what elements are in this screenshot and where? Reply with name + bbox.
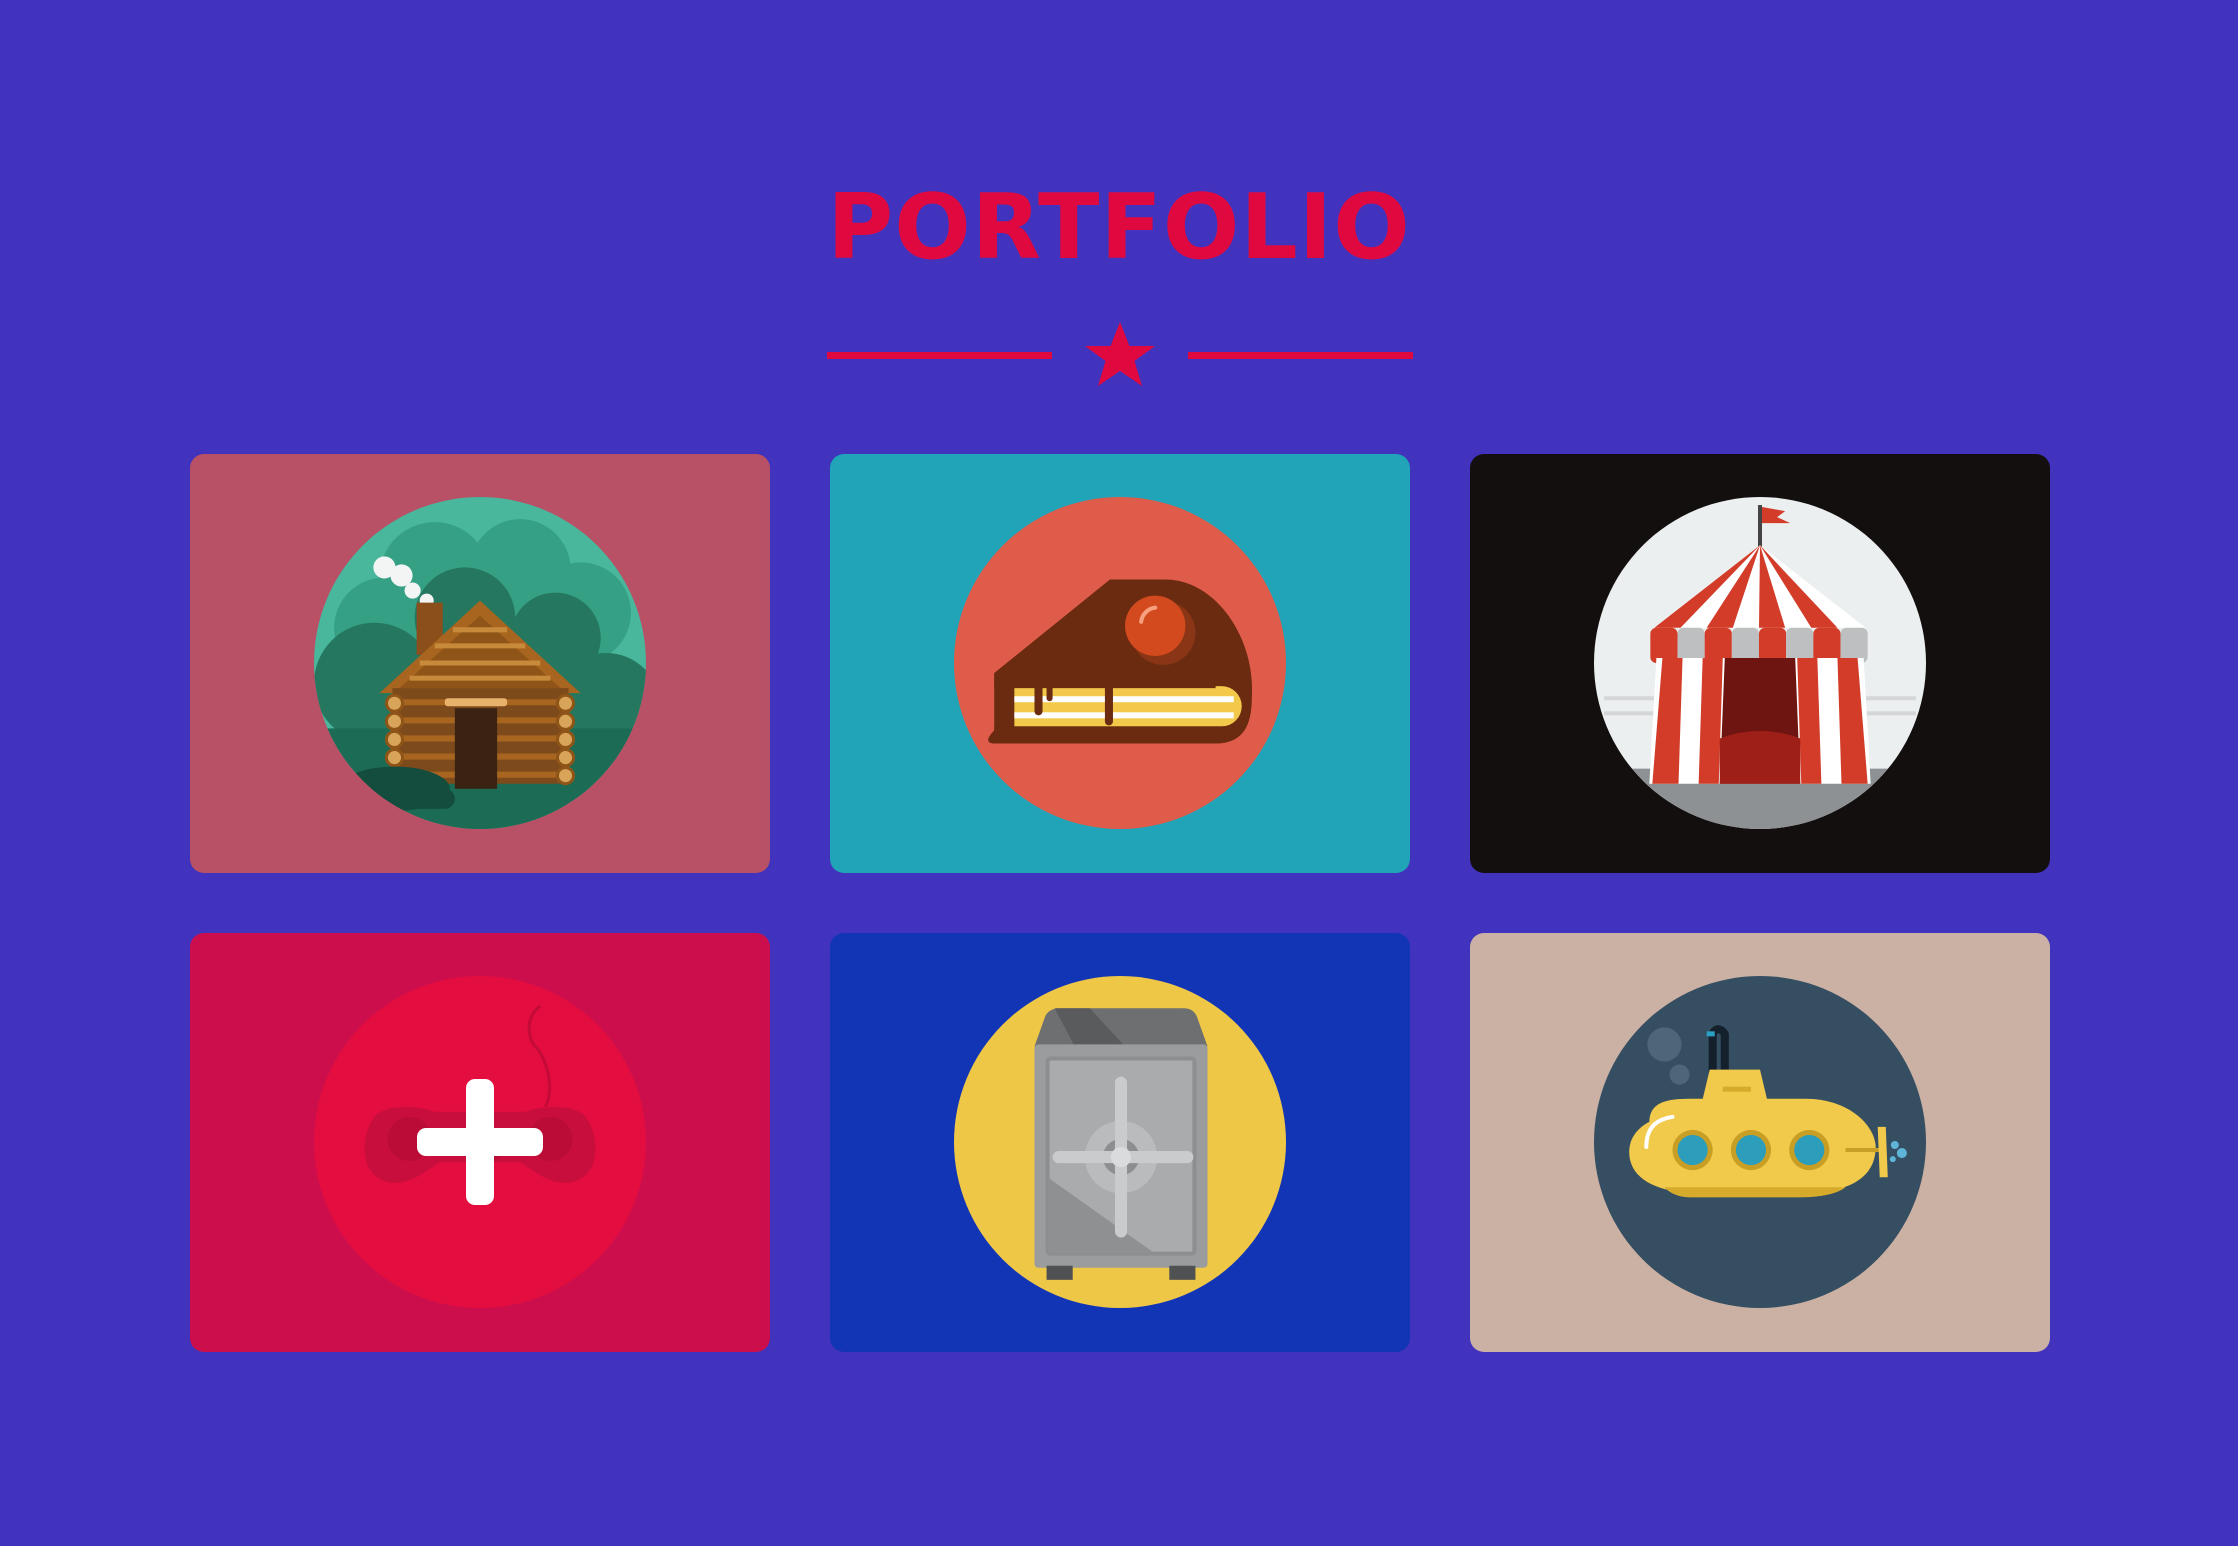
log-cabin-icon [314,497,646,829]
portfolio-grid [190,454,2050,1352]
portfolio-card-submarine[interactable] [1470,933,2050,1352]
portfolio-card-safe[interactable] [830,933,1410,1352]
portfolio-card-cabin[interactable] [190,454,770,873]
page-title: PORTFOLIO [827,175,1411,280]
divider-line-right [1188,352,1413,359]
portfolio-card-circus[interactable] [1470,454,2050,873]
divider-line-left [827,352,1052,359]
title-divider [827,322,1413,386]
portfolio-card-games[interactable] [190,933,770,1352]
submarine-icon [1594,976,1926,1308]
circus-tent-icon [1594,497,1926,829]
cake-slice-icon [954,497,1286,829]
portfolio-card-cake[interactable] [830,454,1410,873]
safe-icon [954,976,1286,1308]
plus-icon[interactable] [417,1079,543,1205]
star-icon [1085,322,1155,386]
